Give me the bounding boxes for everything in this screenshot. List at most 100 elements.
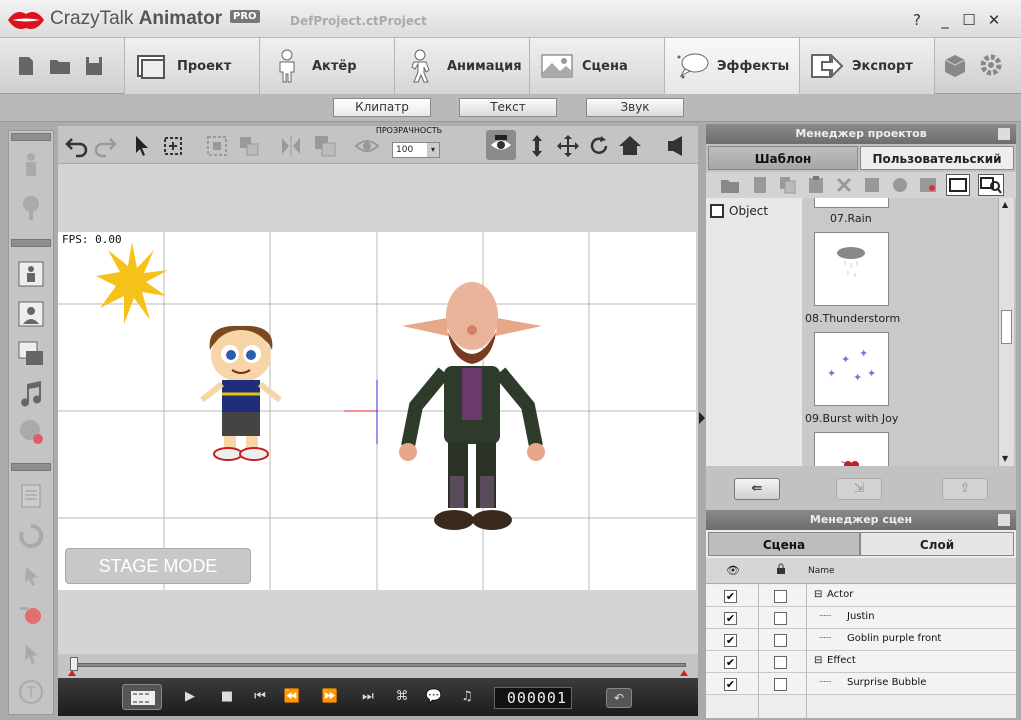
open-folder-icon[interactable] [48,54,72,78]
flip-icon[interactable] [278,133,304,159]
delete-icon[interactable] [834,176,854,194]
scroll-thumb[interactable] [1001,310,1012,344]
visible-checkbox[interactable]: ✔ [724,656,737,669]
visibility-eye-icon[interactable] [354,133,380,159]
scene-row-surprise-bubble[interactable]: ✔ ┈┈ Surprise Bubble [706,673,1016,695]
group-icon[interactable] [204,133,230,159]
opacity-select[interactable]: 100 ▾ [392,142,440,158]
upload-button[interactable]: ⇪ [942,478,988,500]
rewind-icon[interactable]: ⏪ [282,687,302,707]
frame-counter[interactable]: 000001 [494,687,572,709]
new-file-icon[interactable] [14,54,38,78]
loop-icon[interactable]: ⌘ [392,687,412,707]
visible-checkbox[interactable]: ✔ [724,678,737,691]
return-icon[interactable]: ↶ [606,688,632,708]
import-icon[interactable] [890,176,910,194]
timeline-toggle-button[interactable] [122,684,162,710]
file-icon[interactable] [750,176,770,194]
lock-checkbox[interactable] [774,656,787,669]
gallery-thumb-rain[interactable] [814,198,889,208]
search-button[interactable] [978,174,1004,196]
camera-view-button[interactable] [486,130,516,160]
pointer-icon[interactable] [16,639,46,669]
undo-icon[interactable] [64,133,90,159]
tree-item-object[interactable]: Object [710,202,798,220]
tab-export[interactable]: Экспорт [799,38,934,94]
tab-effects[interactable]: Эффекты [664,38,799,94]
effect-bubble-icon[interactable] [16,417,46,447]
lock-checkbox[interactable] [774,590,787,603]
add-folder-icon[interactable] [720,176,740,194]
stage-canvas[interactable] [58,232,696,590]
minimize-button[interactable]: _ [935,10,955,30]
portrait-icon[interactable] [16,299,46,329]
transform-icon[interactable] [160,133,186,159]
select-motion-icon[interactable] [16,561,46,591]
visible-checkbox[interactable]: ✔ [724,612,737,625]
timeline-slider[interactable] [58,654,698,678]
home-icon[interactable] [617,133,643,159]
scroll-down-icon[interactable]: ▼ [1002,454,1008,463]
paste-icon[interactable] [806,176,826,194]
copy-icon[interactable] [778,176,798,194]
lock-checkbox[interactable] [774,612,787,625]
gallery-thumb-next[interactable] [814,432,889,466]
scene-row-justin[interactable]: ✔ ┈┈ Justin [706,607,1016,629]
rotate-view-icon[interactable] [586,133,612,159]
apply-button[interactable]: ⇚ [734,478,780,500]
previous-key-icon[interactable]: ⏮ [250,687,270,707]
scene-row-goblin[interactable]: ✔ ┈┈ Goblin purple front [706,629,1016,651]
move-all-icon[interactable] [555,133,581,159]
tab-layer-list[interactable]: Слой [860,532,1014,556]
tab-scene-list[interactable]: Сцена [708,532,860,556]
preview-speaker-icon[interactable] [664,133,690,159]
gear-icon[interactable] [978,52,1004,78]
sun-effect[interactable] [94,240,170,326]
subtab-clipart[interactable]: Клипатр [333,98,431,117]
music-note-icon[interactable] [16,379,46,409]
rotate-icon[interactable] [16,521,46,551]
goblin-character[interactable] [392,276,552,538]
scene-film-icon[interactable] [16,339,46,369]
save-item-icon[interactable] [862,176,882,194]
visible-checkbox[interactable]: ✔ [724,634,737,647]
save-icon[interactable] [82,54,106,78]
move-vertical-icon[interactable] [524,133,550,159]
add-to-library-button[interactable]: ⇲ [836,478,882,500]
speech-icon[interactable]: 💬 [424,687,444,707]
panel-splitter[interactable] [698,126,706,718]
tab-custom[interactable]: Пользовательский [860,146,1014,170]
thumbnail-view-button[interactable] [946,174,970,196]
stage-mode-button[interactable]: STAGE MODE [65,548,251,584]
tab-project[interactable]: Проект [124,38,259,94]
play-icon[interactable]: ▶ [180,687,200,707]
music-icon[interactable]: ♫ [457,687,477,707]
select-arrow-icon[interactable] [128,133,154,159]
stop-icon[interactable]: ■ [217,687,237,707]
timeline-handle[interactable] [70,657,78,671]
actor-mode-icon[interactable] [16,151,46,181]
subtab-sound[interactable]: Звук [586,98,684,117]
text-tool-icon[interactable]: T [16,677,46,707]
maximize-button[interactable]: ☐ [959,10,979,30]
help-button[interactable]: ? [907,10,927,30]
script-icon[interactable] [16,481,46,511]
next-key-icon[interactable]: ⏭ [358,687,378,707]
gallery-thumb-burst-joy[interactable]: ✦ ✦ ✦ ✦ ✦ [814,332,889,406]
close-button[interactable]: ✕ [984,10,1004,30]
collapse-arrow-icon[interactable] [699,412,705,424]
lock-checkbox[interactable] [774,634,787,647]
scroll-up-icon[interactable]: ▲ [1002,200,1008,209]
character-icon[interactable] [16,259,46,289]
scene-row-actor[interactable]: ✔ ⊟ Actor [706,585,1016,607]
gallery-thumb-thunderstorm[interactable] [814,232,889,306]
subtab-text[interactable]: Текст [459,98,557,117]
prop-tree-icon[interactable] [16,193,46,223]
layer-order-icon[interactable] [312,133,338,159]
tab-scene[interactable]: Сцена [529,38,664,94]
scene-row-effect[interactable]: ✔ ⊟ Effect [706,651,1016,673]
expand-toggle-icon[interactable]: ⊟ [814,655,822,666]
chevron-down-icon[interactable]: ▾ [427,143,439,157]
redo-icon[interactable] [92,133,118,159]
ungroup-icon[interactable] [236,133,262,159]
